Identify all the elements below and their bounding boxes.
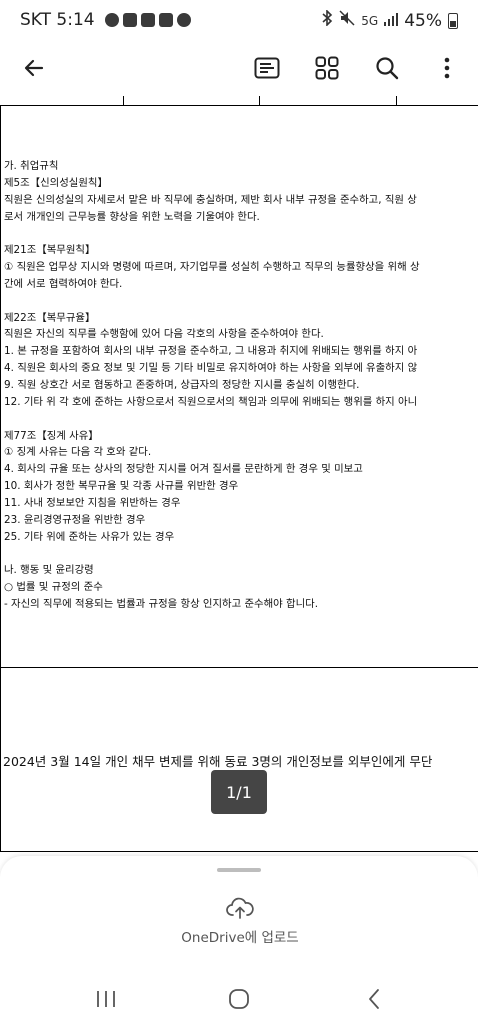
grid-view-button[interactable] [307,48,347,88]
arrow-left-icon [24,59,44,77]
grid-view-icon [315,56,339,80]
document-text: 가. 취업규칙제5조【신의성실원칙】 직원은 신의성실의 자세로서 맡은 바 직무… [4,158,478,613]
table-border-middle [0,667,478,668]
signal-icon [384,11,399,31]
search-icon [376,57,399,80]
network-type: 5G [361,13,379,28]
image-icon [158,13,173,27]
table-divider [123,96,124,105]
document-line: 4. 회사의 규율 또는 상사의 정당한 지시를 어겨 질서를 문란하게 한 경… [4,463,363,476]
back-button[interactable] [14,48,54,88]
battery-icon [448,12,458,29]
document-line: 로서 개개인의 근무능률 향상을 위한 노력을 기울여야 한다. [4,210,260,223]
home-button[interactable] [209,980,269,1018]
document-line [4,411,478,428]
document-line: 간에 서로 협력하여야 한다. [4,277,123,290]
incident-text: 2024년 3월 14일 개인 채무 변제를 위해 동료 3명의 개인정보를 외… [3,754,433,769]
document-line: 4. 직원은 회사의 중요 정보 및 기밀 등 기타 비밀로 유지하여야 하는 … [4,362,418,375]
document-viewer[interactable]: 가. 취업규칙제5조【신의성실원칙】 직원은 신의성실의 자세로서 맡은 바 직무… [0,96,478,856]
more-vert-icon [444,57,450,79]
document-line: 제22조【복무규율】 [4,311,96,324]
battery-percent: 45% [404,10,442,31]
document-line: 12. 기타 위 각 호에 준하는 사항으로서 직원으로서의 책임과 의무에 위… [4,395,418,408]
navigation-bar [0,974,478,1024]
bottom-sheet: OneDrive에 업로드 [0,856,478,974]
text-view-button[interactable] [247,48,287,88]
bluetooth-icon [321,9,333,31]
recent-apps-icon [97,991,115,1007]
teams-icon [122,13,137,27]
cloud-upload-icon [226,897,254,919]
carrier-time: SKT 5:14 [20,10,95,30]
table-border-bottom [0,851,478,852]
app-notification-icon [176,13,191,27]
sheet-handle[interactable] [217,868,261,872]
system-back-button[interactable] [344,980,404,1018]
document-line [4,293,478,310]
document-line: 10. 회사가 정한 복무규율 및 각종 사규를 위반한 경우 [4,480,239,493]
document-line: 1. 본 규정을 포함하여 회사의 내부 규정을 준수하고, 그 내용과 취지에… [4,345,418,358]
recent-apps-button[interactable] [76,980,136,1018]
upload-label: OneDrive에 업로드 [181,930,299,946]
document-line: 제21조【복무원칙】 [4,244,96,257]
table-border-left [0,105,1,851]
back-icon [369,989,379,1009]
missed-call-icon [140,13,155,27]
document-line: 25. 기타 위에 준하는 사유가 있는 경우 [4,530,175,543]
document-line: 23. 윤리경영규정을 위반한 경우 [4,513,146,526]
search-button[interactable] [367,48,407,88]
text-view-icon [254,57,280,79]
document-line: - 자신의 직무에 적용되는 법률과 규정을 항상 인지하고 준수해야 합니다. [4,597,318,610]
home-icon [229,989,249,1009]
document-line: 제77조【징계 사유】 [4,429,99,442]
document-line: 제5조【신의성실원칙】 [4,176,108,189]
mute-icon [339,10,355,31]
chat-icon [104,13,119,27]
onedrive-upload-button[interactable]: OneDrive에 업로드 [140,896,340,952]
status-left: SKT 5:14 [20,10,191,30]
more-options-button[interactable] [427,48,467,88]
table-divider [259,96,260,105]
document-line: 9. 직원 상호간 서로 협동하고 존중하며, 상급자의 정당한 지시를 충실히… [4,378,360,391]
notification-icons [104,13,191,27]
table-divider [396,96,397,105]
document-line: 직원은 신의성실의 자세로서 맡은 바 직무에 충실하며, 제반 회사 내부 규… [4,193,417,206]
document-line [4,545,478,562]
document-line: 직원은 자신의 직무를 수행함에 있어 다음 각호의 사항을 준수하여야 한다. [4,328,324,341]
document-line: ① 징계 사유는 다음 각 호와 같다. [4,446,152,459]
document-line: 나. 행동 및 윤리강령 [4,564,94,577]
document-line [4,225,478,242]
document-line: ○ 법률 및 규정의 준수 [4,581,103,594]
document-line: 가. 취업규칙 [4,160,59,172]
app-bar [0,40,478,96]
document-line: 11. 사내 정보보안 지침을 위반하는 경우 [4,496,181,509]
status-bar: SKT 5:14 5G 45% [0,0,478,40]
document-line: ① 직원은 업무상 지시와 명령에 따르며, 자기업무를 성실히 수행하고 직무… [4,261,420,274]
status-right: 5G 45% [321,9,458,31]
page-indicator: 1/1 [211,770,267,814]
table-border-top [0,105,478,106]
